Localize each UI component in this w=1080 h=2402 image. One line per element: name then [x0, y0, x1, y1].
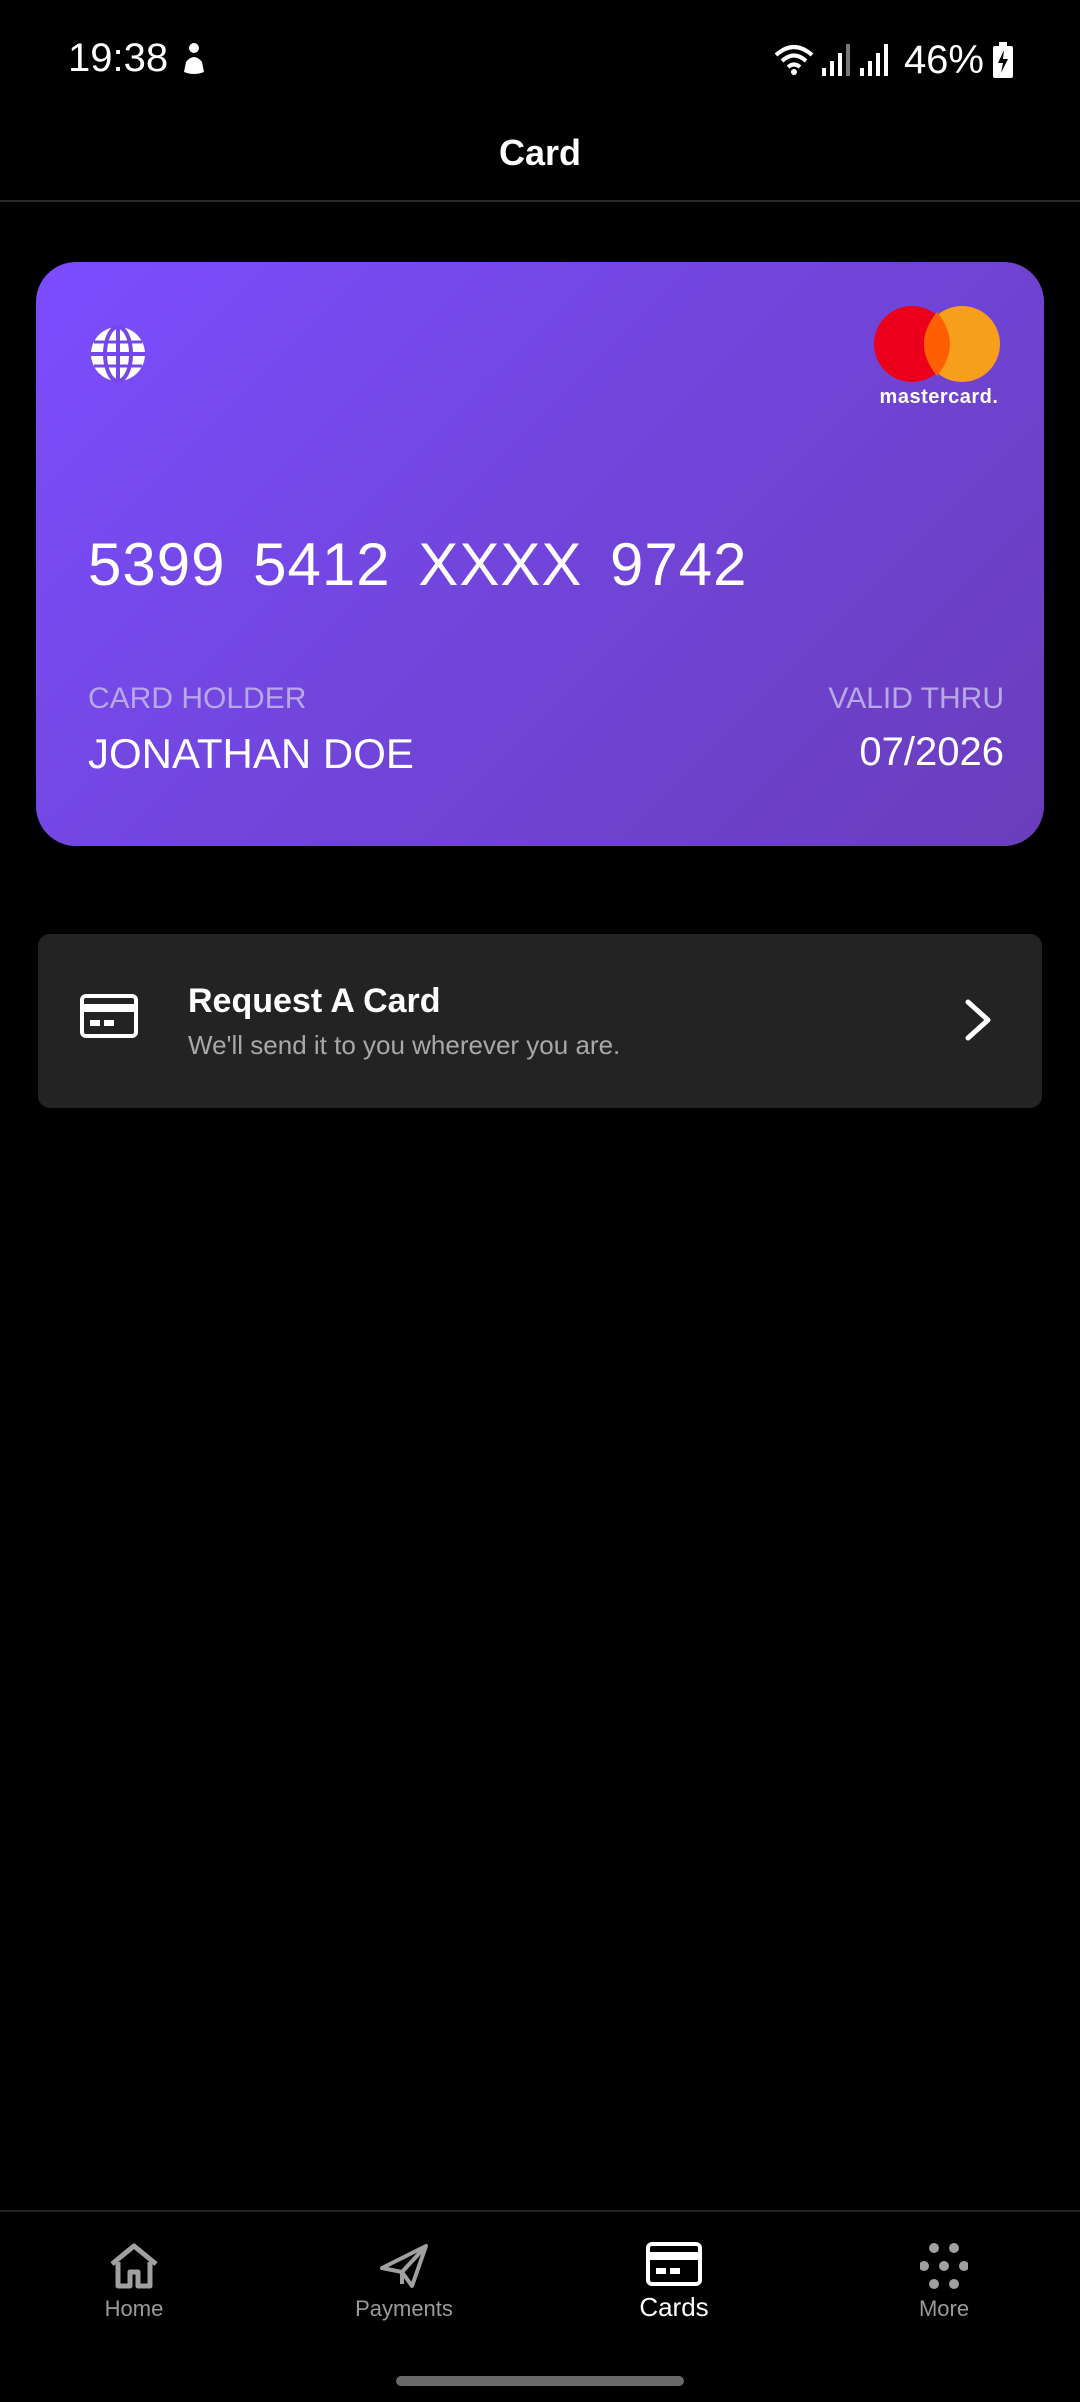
home-icon	[110, 2243, 158, 2289]
nav-item-more[interactable]: More	[844, 2242, 1044, 2362]
signal-icon	[821, 44, 850, 76]
card-holder-name: JONATHAN DOE	[88, 730, 414, 777]
wifi-icon	[774, 45, 814, 75]
status-time: 19:38	[68, 36, 169, 80]
card-number: 5399 5412 XXXX 9742	[88, 531, 748, 598]
globe-icon	[91, 325, 145, 383]
app-header: Card	[0, 124, 1080, 202]
chevron-right-icon	[965, 999, 991, 1041]
card-holder-label: CARD HOLDER	[88, 682, 307, 715]
bottom-navigation: Home Payments Cards More	[0, 2210, 1080, 2402]
mastercard-overlap	[924, 312, 950, 376]
page-title: Card	[498, 132, 582, 173]
nav-label-cards: Cards	[639, 2292, 709, 2322]
battery-charging-icon	[993, 42, 1013, 78]
nav-item-cards[interactable]: Cards	[574, 2242, 774, 2362]
credit-card-icon	[646, 2242, 702, 2286]
status-bar: 19:38 46%	[0, 0, 1080, 124]
nav-label-more: More	[918, 2296, 970, 2321]
paper-plane-icon	[380, 2244, 428, 2288]
nav-label-home: Home	[104, 2296, 164, 2321]
request-card-subtitle: We'll send it to you wherever you are.	[188, 1030, 621, 1060]
valid-thru-label: VALID THRU	[828, 682, 1004, 715]
person-walking-icon	[184, 43, 204, 74]
nav-item-payments[interactable]: Payments	[304, 2242, 504, 2362]
nav-item-home[interactable]: Home	[34, 2242, 234, 2362]
request-card-title: Request A Card	[188, 982, 441, 1020]
signal-icon	[859, 44, 888, 76]
mastercard-logo: mastercard.	[874, 306, 1004, 412]
credit-card-display[interactable]: mastercard. 5399 5412 XXXX 9742 CARD HOL…	[36, 262, 1044, 846]
status-icons: 46%	[774, 36, 1014, 84]
request-card-button[interactable]: Request A Card We'll send it to you wher…	[38, 934, 1042, 1108]
home-indicator[interactable]	[396, 2376, 684, 2386]
valid-thru-value: 07/2026	[859, 730, 1004, 774]
battery-percent: 46%	[903, 37, 984, 82]
nav-label-payments: Payments	[355, 2296, 453, 2321]
card-brand: mastercard.	[879, 386, 999, 408]
credit-card-icon	[80, 994, 138, 1038]
dots-grid-icon	[920, 2243, 968, 2289]
